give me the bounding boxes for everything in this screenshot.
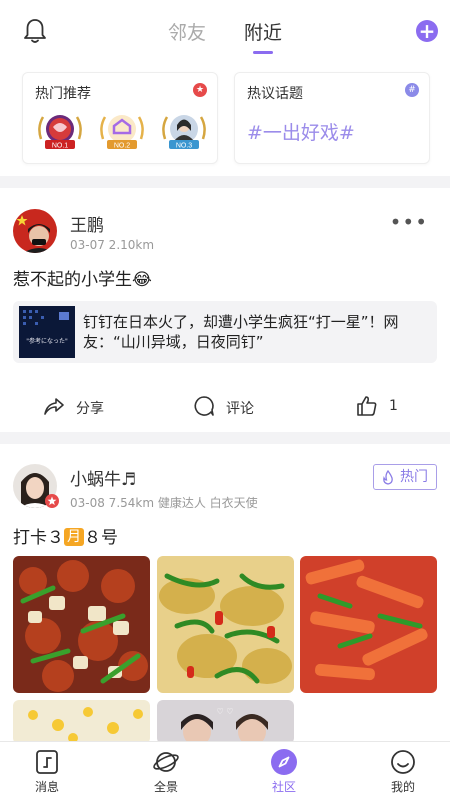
compass-icon (271, 749, 297, 775)
share-label: 分享 (76, 401, 104, 417)
topic-link[interactable]: #一出好戏# (247, 118, 355, 145)
food-photo-rice (13, 700, 150, 744)
tab-neighbors[interactable]: 邻友 (168, 18, 206, 45)
avatar[interactable] (13, 209, 57, 253)
thumbs-up-icon (357, 396, 377, 416)
hot-recommend-card[interactable]: 热门推荐 ★ NO.1 NO.2 NO.3 (22, 72, 218, 164)
more-options-icon[interactable]: ••• (390, 210, 428, 234)
star-badge-icon: ★ (193, 83, 207, 97)
comment-label: 评论 (226, 401, 254, 417)
post-actions: 分享 评论 1 (0, 390, 450, 422)
top-header: 邻友 附近 + (0, 0, 450, 62)
svg-text:♡ ♡: ♡ ♡ (217, 707, 234, 716)
food-photo-cabbage (157, 556, 294, 693)
nav-messages[interactable]: 消息 (12, 748, 82, 798)
thumbnail-caption: "参考になった" (26, 337, 68, 345)
post-username[interactable]: 小蜗牛♬ (70, 465, 136, 490)
photo-tile[interactable] (13, 556, 150, 693)
post-content-suffix: ８号 (84, 528, 118, 548)
planet-icon (153, 752, 179, 772)
nav-panorama[interactable]: 全景 (131, 748, 201, 798)
tab-bar: 邻友 附近 (0, 18, 450, 45)
recommend-cards: 热门推荐 ★ NO.1 NO.2 NO.3 热议话题 # #一出好戏# (22, 72, 432, 164)
smiley-icon (391, 750, 415, 774)
medal-no1-icon[interactable]: NO.1 (35, 109, 85, 155)
nav-messages-label: 消息 (34, 780, 59, 794)
medal-no3-label: NO.3 (176, 143, 192, 150)
post-username[interactable]: 王鹏 (70, 211, 104, 236)
hot-topic-card[interactable]: 热议话题 # #一出好戏# (234, 72, 430, 164)
post-content: 打卡３ 月 ８号 (13, 523, 118, 548)
hot-topic-title: 热议话题 (247, 86, 303, 102)
hot-recommend-title: 热门推荐 (35, 86, 91, 102)
nav-community-label: 社区 (271, 780, 296, 794)
medal-no2-label: NO.2 (114, 143, 130, 150)
photo-tile[interactable] (300, 556, 437, 693)
medal-no1-label: NO.1 (52, 143, 68, 150)
month-emoji: 月 (64, 528, 84, 546)
nav-profile-label: 我的 (390, 780, 415, 794)
comment-button[interactable]: 评论 (192, 394, 272, 418)
like-button[interactable]: 1 (355, 394, 415, 418)
share-button[interactable]: 分享 (42, 394, 122, 418)
nav-community[interactable]: 社区 (249, 748, 319, 798)
medal-no3-icon[interactable]: NO.3 (159, 109, 209, 155)
shared-link-title: 钉钉在日本火了，却遭小学生疯狂“打一星”！网友：“山川异域，日夜同钉” (83, 313, 399, 351)
medal-row: NO.1 NO.2 NO.3 (33, 109, 213, 155)
like-count: 1 (389, 398, 398, 414)
comment-icon (194, 396, 214, 416)
link-thumbnail-art: "参考になった" (19, 306, 75, 358)
avatar-image (13, 209, 57, 253)
hot-badge: 热门 (373, 464, 437, 490)
hash-badge-icon: # (405, 83, 419, 97)
nav-panorama-label: 全景 (153, 780, 178, 794)
link-thumbnail: "参考になった" (19, 306, 75, 358)
bottom-navigation: 消息 全景 社区 我的 (0, 741, 450, 800)
hot-badge-label: 热门 (400, 469, 428, 485)
verified-star-icon (45, 494, 59, 508)
photo-grid: ♡ ♡ (13, 556, 437, 756)
food-photo-carrot (300, 556, 437, 693)
people-photo: ♡ ♡ (157, 700, 294, 744)
share-icon (44, 398, 64, 415)
post-content: 惹不起的小学生😂 (13, 270, 152, 290)
photo-tile[interactable]: ♡ ♡ (157, 700, 294, 744)
tab-nearby[interactable]: 附近 (244, 18, 282, 45)
food-photo-chicken (13, 556, 150, 693)
section-divider (0, 176, 450, 188)
section-divider (0, 432, 450, 444)
photo-tile[interactable] (157, 556, 294, 693)
medal-no2-icon[interactable]: NO.2 (97, 109, 147, 155)
post-content-prefix: 打卡３ (13, 528, 64, 548)
message-icon (36, 750, 58, 774)
photo-tile[interactable] (13, 700, 150, 744)
shared-link-card[interactable]: "参考になった" 钉钉在日本火了，却遭小学生疯狂“打一星”！网友：“山川异域，日… (13, 301, 437, 363)
post-meta: 03-07 2.10km (70, 238, 155, 252)
flame-icon (383, 470, 393, 485)
post-meta: 03-08 7.54km 健康达人 白衣天使 (70, 496, 258, 510)
nav-profile[interactable]: 我的 (368, 748, 438, 798)
add-post-button[interactable]: + (416, 20, 438, 42)
